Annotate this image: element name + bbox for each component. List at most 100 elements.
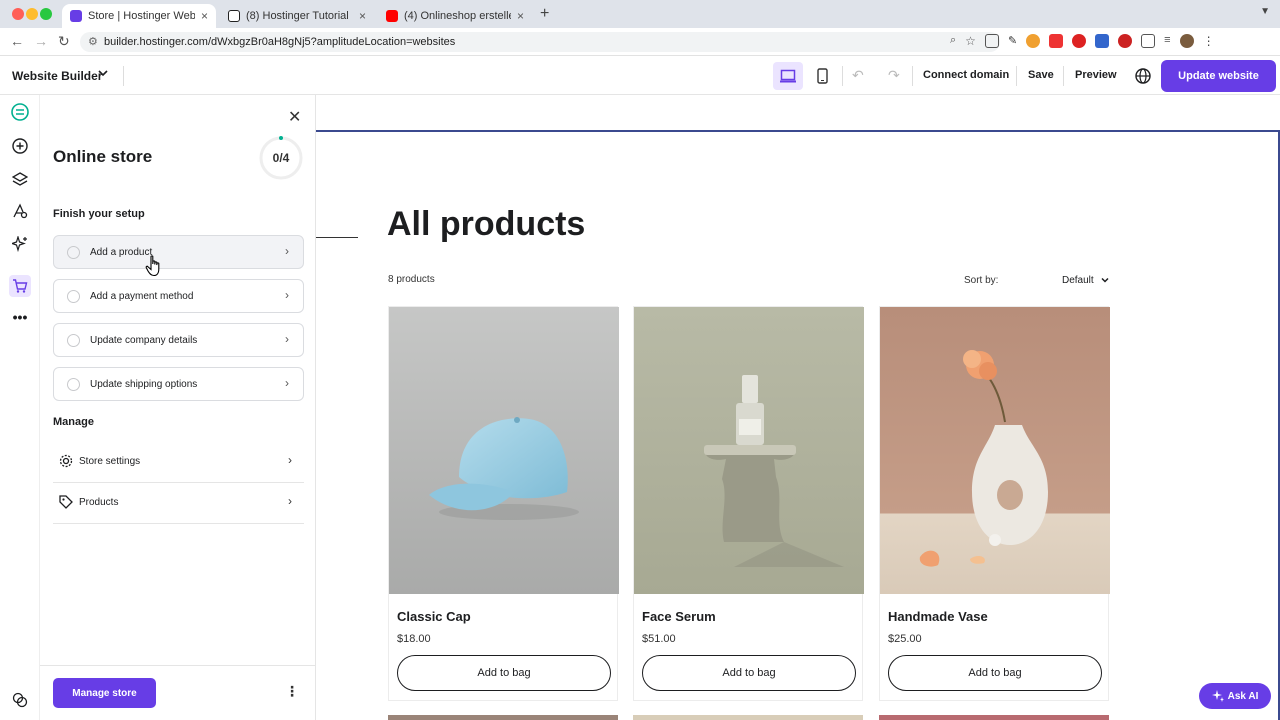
more-icon[interactable]: ••• <box>11 308 29 326</box>
chevron-right-icon: › <box>285 376 289 390</box>
face-serum-image[interactable] <box>634 307 864 594</box>
panel-footer: Manage store ⋮ <box>40 665 316 720</box>
notion-favicon-icon <box>228 10 240 22</box>
classic-cap-image[interactable] <box>389 307 619 594</box>
profile-avatar[interactable] <box>1179 34 1194 48</box>
sort-value: Default <box>1062 275 1094 286</box>
save-button[interactable]: Save <box>1028 69 1054 81</box>
chevron-down-icon[interactable] <box>97 67 109 82</box>
close-window-button[interactable] <box>12 8 24 20</box>
add-payment-method-task[interactable]: Add a payment method › <box>53 279 304 313</box>
divider <box>1016 66 1017 86</box>
minimize-window-button[interactable] <box>26 8 38 20</box>
puzzle-extension-icon[interactable] <box>1141 34 1156 48</box>
url-text: builder.hostinger.com/dWxbgzBr0aH8gNj5?a… <box>104 36 456 48</box>
divider <box>842 66 843 86</box>
manage-item-label: Products <box>79 497 119 508</box>
product-name[interactable]: Face Serum <box>642 609 716 624</box>
manage-store-button[interactable]: Manage store <box>53 678 156 708</box>
adblock-extension-icon[interactable] <box>1072 34 1087 48</box>
bookmark-star-icon[interactable]: ☆ <box>965 34 976 48</box>
product-image-next-row <box>388 715 618 720</box>
builder-side-rail: ••• <box>0 95 40 720</box>
ask-ai-button[interactable]: Ask AI <box>1199 683 1271 709</box>
browser-tab-store[interactable]: Store | Hostinger Website Bui × <box>62 4 216 28</box>
close-tab-icon[interactable]: × <box>359 9 366 23</box>
reload-icon[interactable]: ↻ <box>58 33 70 50</box>
undo-icon[interactable]: ↶ <box>852 67 864 84</box>
styles-icon[interactable] <box>11 202 29 220</box>
hostinger-favicon-icon <box>70 10 82 22</box>
close-icon[interactable]: ✕ <box>288 107 301 127</box>
desktop-view-button[interactable] <box>773 62 803 90</box>
layers-icon[interactable] <box>11 170 29 188</box>
browser-tab-tutorial[interactable]: (8) Hostinger Tutorial × <box>220 4 374 28</box>
connect-domain-button[interactable]: Connect domain <box>923 69 1009 81</box>
product-image-next-row <box>879 715 1109 720</box>
product-card-handmade-vase[interactable]: Handmade Vase $25.00 Add to bag <box>879 306 1110 701</box>
sort-label: Sort by: <box>964 275 999 286</box>
sort-dropdown[interactable]: Default <box>1062 275 1110 286</box>
back-arrow-icon[interactable]: ← <box>10 33 24 49</box>
preview-button[interactable]: Preview <box>1075 69 1117 81</box>
url-field[interactable]: ⚙ builder.hostinger.com/dWxbgzBr0aH8gNj5… <box>80 32 1000 52</box>
task-label: Add a payment method <box>90 291 194 302</box>
add-element-icon[interactable] <box>11 137 29 155</box>
site-info-icon[interactable]: ⚙ <box>88 35 98 48</box>
screenshot-extension-icon[interactable] <box>984 34 999 48</box>
add-to-bag-button[interactable]: Add to bag <box>397 655 611 691</box>
mobile-view-button[interactable] <box>807 62 837 90</box>
sparkle-icon <box>1211 690 1224 702</box>
youtube-favicon-icon <box>386 10 398 22</box>
zoom-icon[interactable]: ⌕ <box>950 34 956 48</box>
hand-pointer-cursor-icon <box>145 255 160 277</box>
handmade-vase-image[interactable] <box>880 307 1110 594</box>
store-cart-icon[interactable] <box>9 275 31 297</box>
record-extension-icon[interactable] <box>1049 34 1064 48</box>
browser-tab-youtube[interactable]: (4) Onlineshop erstellen mit H × <box>378 4 532 28</box>
website-builder-menu[interactable]: Website Builder <box>12 69 102 83</box>
more-options-icon[interactable]: ⋮ <box>285 683 299 700</box>
tab-title: Store | Hostinger Website Bui <box>88 10 195 22</box>
website-canvas[interactable]: All products 8 products Sort by: Default… <box>316 95 1280 720</box>
task-status-circle <box>67 378 80 391</box>
maximize-window-button[interactable] <box>40 8 52 20</box>
tab-title: (4) Onlineshop erstellen mit H <box>404 10 511 22</box>
color-extension-icon[interactable] <box>1026 34 1041 48</box>
new-tab-icon[interactable]: + <box>540 5 549 23</box>
redo-icon[interactable]: ↷ <box>888 67 900 84</box>
chevron-right-icon: › <box>285 244 289 258</box>
add-to-bag-button[interactable]: Add to bag <box>642 655 856 691</box>
ask-ai-label: Ask AI <box>1227 690 1259 702</box>
add-to-bag-button[interactable]: Add to bag <box>888 655 1102 691</box>
task-status-circle <box>67 290 80 303</box>
ai-tools-icon[interactable] <box>11 235 29 253</box>
red-extension-icon[interactable] <box>1118 34 1133 48</box>
product-name[interactable]: Handmade Vase <box>888 609 988 624</box>
reading-list-icon[interactable]: ≡ <box>1164 34 1170 48</box>
update-website-button[interactable]: Update website <box>1161 60 1276 92</box>
close-tab-icon[interactable]: × <box>517 9 524 23</box>
product-count: 8 products <box>388 274 435 285</box>
help-settings-icon[interactable] <box>11 691 29 709</box>
close-tab-icon[interactable]: × <box>201 9 208 23</box>
product-card-face-serum[interactable]: Face Serum $51.00 Add to bag <box>633 306 864 701</box>
product-name[interactable]: Classic Cap <box>397 609 471 624</box>
browser-menu-icon[interactable]: ⋮ <box>1203 34 1215 48</box>
update-company-details-task[interactable]: Update company details › <box>53 323 304 357</box>
store-settings-item[interactable]: Store settings › <box>53 442 304 483</box>
product-price: $25.00 <box>888 633 922 645</box>
divider <box>912 66 913 86</box>
forward-arrow-icon[interactable]: → <box>34 33 48 49</box>
product-price: $18.00 <box>397 633 431 645</box>
globe-icon[interactable] <box>1135 68 1151 84</box>
add-product-task[interactable]: Add a product › <box>53 235 304 269</box>
checklist-icon[interactable] <box>11 103 29 121</box>
shield-extension-icon[interactable] <box>1095 34 1110 48</box>
update-shipping-options-task[interactable]: Update shipping options › <box>53 367 304 401</box>
pen-extension-icon[interactable]: ✎ <box>1008 34 1017 48</box>
tab-search-chevron-icon[interactable]: ▼ <box>1260 6 1270 17</box>
products-item[interactable]: Products › <box>53 483 304 524</box>
product-card-classic-cap[interactable]: Classic Cap $18.00 Add to bag <box>388 306 619 701</box>
tab-title: (8) Hostinger Tutorial <box>246 10 349 22</box>
